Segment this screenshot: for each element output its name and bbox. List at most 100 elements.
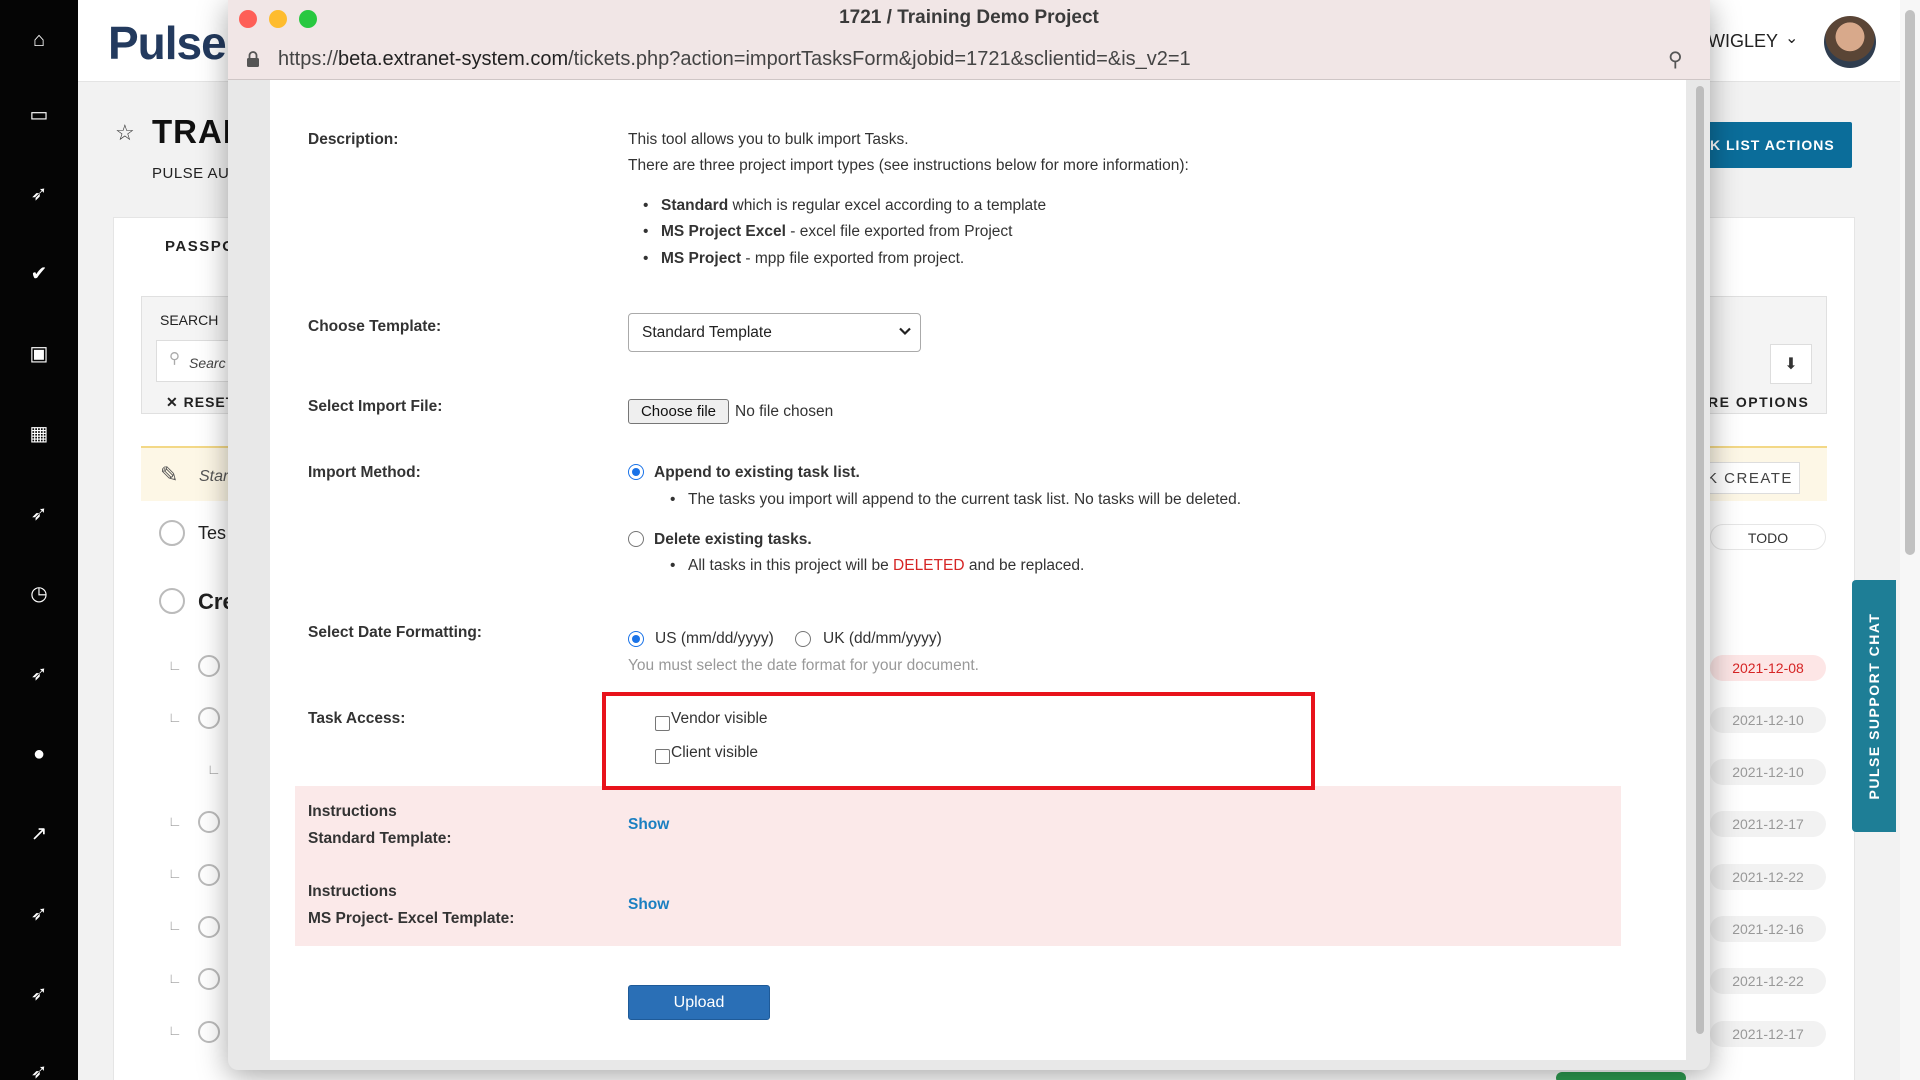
append-option-label[interactable]: Append to existing task list. (654, 464, 860, 482)
avatar[interactable] (1824, 16, 1876, 68)
due-date-badge[interactable]: 2021-12-10 (1710, 707, 1826, 733)
date-uk-radio[interactable] (795, 631, 811, 647)
image-icon[interactable]: ▣ (25, 340, 53, 368)
template-label: Choose Template: (308, 318, 442, 335)
due-date-badge[interactable]: 2021-12-08 (1710, 655, 1826, 681)
date-us-radio[interactable] (628, 631, 644, 647)
task-access-label: Task Access: (308, 710, 406, 727)
search-label: SEARCH (160, 312, 219, 328)
task-checkbox[interactable] (159, 588, 185, 614)
rocket-icon[interactable]: ➶ (25, 980, 53, 1008)
rocket-icon[interactable]: ➶ (25, 900, 53, 928)
url-text[interactable]: https://beta.extranet-system.com/tickets… (278, 48, 1191, 71)
subtask-marker: ∟ (168, 865, 182, 881)
chevron-down-icon[interactable]: ⌄ (1785, 28, 1798, 48)
highlight-annotation (602, 692, 1315, 790)
support-chat-tab[interactable]: PULSE SUPPORT CHAT (1852, 580, 1896, 832)
task-list-actions-button[interactable]: K LIST ACTIONS (1690, 122, 1852, 168)
due-date-badge[interactable]: 2021-12-10 (1710, 759, 1826, 785)
reset-link[interactable]: ✕ RESET (166, 394, 235, 411)
status-badge[interactable] (1556, 1072, 1686, 1080)
subtask-marker: ∟ (168, 917, 182, 933)
import-file-label: Select Import File: (308, 398, 443, 415)
page-subtitle: PULSE AU: (152, 165, 235, 182)
date-format-hint: You must select the date format for your… (628, 657, 979, 674)
window-titlebar[interactable]: 1721 / Training Demo Project (228, 0, 1710, 38)
task-checkbox[interactable] (198, 916, 220, 938)
due-date-badge[interactable]: 2021-12-17 (1710, 811, 1826, 837)
popup-scrollbar[interactable] (1694, 84, 1706, 1034)
subtask-marker: ∟ (207, 761, 221, 777)
download-button[interactable]: ⬇ (1770, 344, 1812, 384)
append-radio[interactable] (628, 464, 644, 480)
date-us-label[interactable]: US (mm/dd/yyyy) (655, 630, 774, 648)
date-format-label: Select Date Formatting: (308, 624, 482, 641)
instructions-label: Instructions (308, 803, 397, 820)
task-checkbox[interactable] (198, 968, 220, 990)
rocket-icon[interactable]: ➶ (25, 180, 53, 208)
description-label: Description: (308, 131, 399, 148)
upload-button[interactable]: Upload (628, 985, 770, 1020)
template-select-value: Standard Template (642, 324, 772, 341)
lock-icon (247, 51, 259, 67)
left-rail: ⌂ ▭ ➶ ✔ ▣ ▦ ➶ ◷ ➶ ● ↗ ➶ ➶ ➶ (0, 0, 78, 1080)
user-name[interactable]: WIGLEY (1708, 31, 1778, 52)
inbox-icon[interactable]: ▭ (25, 101, 53, 129)
home-icon[interactable]: ⌂ (25, 26, 53, 54)
subtask-marker: ∟ (168, 970, 182, 986)
task-checkbox[interactable] (159, 520, 185, 546)
append-note: The tasks you import will append to the … (670, 491, 1241, 509)
window-title: 1721 / Training Demo Project (839, 7, 1099, 28)
edit-icon: ✎ (160, 462, 179, 487)
due-date-badge[interactable]: 2021-12-22 (1710, 968, 1826, 994)
instructions-label: Standard Template: (308, 830, 452, 847)
subtask-marker: ∟ (168, 709, 182, 725)
subtask-marker: ∟ (168, 657, 182, 673)
choose-file-button[interactable]: Choose file (628, 399, 729, 424)
rocket-icon[interactable]: ➶ (25, 500, 53, 528)
subtask-marker: ∟ (168, 1022, 182, 1038)
rocket-icon[interactable]: ➶ (25, 660, 53, 688)
task-checkbox[interactable] (198, 1021, 220, 1043)
date-uk-label[interactable]: UK (dd/mm/yyyy) (823, 630, 942, 648)
search-icon[interactable]: ⚲ (1668, 47, 1683, 72)
quick-create-input[interactable]: Star (199, 468, 228, 486)
address-bar[interactable]: https://beta.extranet-system.com/tickets… (228, 38, 1710, 80)
show-excel-instructions-link[interactable]: Show (628, 896, 669, 914)
tab-passport[interactable]: PASSPO (165, 238, 235, 255)
rocket-icon[interactable]: ➶ (25, 1058, 53, 1080)
logo[interactable]: Pulse (108, 16, 227, 70)
chart-icon[interactable]: ↗ (25, 820, 53, 848)
due-date-badge[interactable]: 2021-12-22 (1710, 864, 1826, 890)
show-standard-instructions-link[interactable]: Show (628, 816, 669, 834)
delete-radio[interactable] (628, 531, 644, 547)
star-icon[interactable]: ☆ (115, 120, 135, 146)
task-checkbox[interactable] (198, 864, 220, 886)
delete-option-label[interactable]: Delete existing tasks. (654, 531, 812, 549)
more-options-link[interactable]: RE OPTIONS (1708, 394, 1809, 410)
due-date-badge[interactable]: 2021-12-16 (1710, 916, 1826, 942)
import-type-item: MS Project Excel - excel file exported f… (643, 223, 1013, 241)
file-status: No file chosen (735, 403, 834, 420)
user-icon[interactable]: ● (25, 740, 53, 768)
chevron-down-icon (899, 327, 911, 336)
description-line: This tool allows you to bulk import Task… (628, 131, 909, 148)
check-circle-icon[interactable]: ✔ (25, 260, 53, 288)
task-name[interactable]: Tes (198, 523, 226, 544)
import-method-label: Import Method: (308, 464, 421, 481)
calendar-icon[interactable]: ▦ (25, 420, 53, 448)
status-badge[interactable]: TODO (1710, 524, 1826, 550)
import-type-item: Standard which is regular excel accordin… (643, 197, 1046, 215)
template-select[interactable]: Standard Template (628, 313, 921, 352)
instructions-label: MS Project- Excel Template: (308, 910, 515, 927)
description-line: There are three project import types (se… (628, 157, 1189, 174)
page-scrollbar[interactable] (1900, 0, 1920, 1080)
clock-icon[interactable]: ◷ (25, 580, 53, 608)
close-icon: ✕ (166, 394, 184, 410)
task-checkbox[interactable] (198, 811, 220, 833)
due-date-badge[interactable]: 2021-12-17 (1710, 1021, 1826, 1047)
instructions-label: Instructions (308, 883, 397, 900)
delete-note: All tasks in this project will be DELETE… (670, 557, 1084, 575)
task-checkbox[interactable] (198, 707, 220, 729)
task-checkbox[interactable] (198, 655, 220, 677)
